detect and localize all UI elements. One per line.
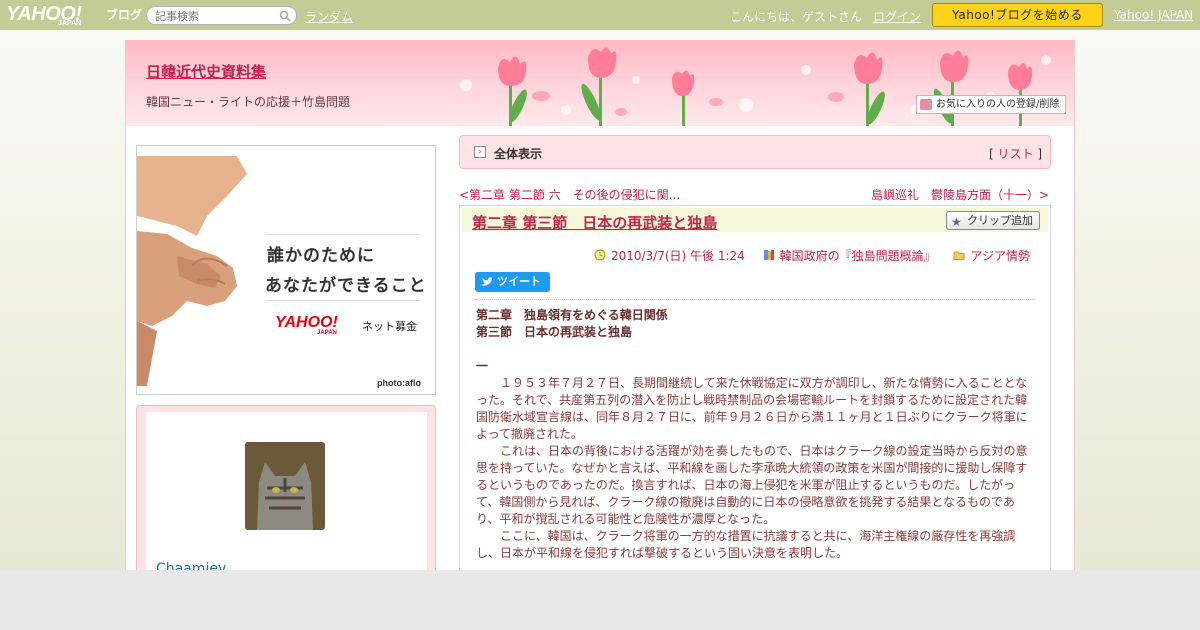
next-article-link[interactable]: 島嶼巡礼 鬱陵島方面（十一）>	[871, 186, 1049, 203]
article-body: 第二章 独島領有をめぐる韓日関係 第三節 日本の再武装と独島 一 １９５３年７月…	[476, 307, 1036, 562]
article-folder-category-item: アジア情勢	[953, 247, 1030, 264]
search-box[interactable]	[146, 6, 297, 25]
favorite-register-label: お気に入りの人の登録/削除	[936, 99, 1060, 110]
clip-add-label: クリップ追加	[967, 214, 1033, 227]
search-input[interactable]	[155, 9, 275, 23]
book-icon	[763, 250, 774, 260]
yahoo-japan-link[interactable]: Yahoo! JAPAN	[1114, 8, 1193, 22]
start-blog-button[interactable]: Yahoo!ブログを始める	[932, 3, 1103, 27]
article-heading-chapter: 第二章 独島領有をめぐる韓日関係	[476, 308, 668, 322]
yahoo-logo-sub: JAPAN	[58, 20, 82, 27]
page-bottom	[0, 570, 1200, 630]
view-all-label: 全体表示	[494, 147, 543, 161]
ad-copy-line1: 誰かのために	[267, 246, 375, 266]
cat-avatar-image	[245, 442, 325, 530]
list-toggle: [ リスト ]	[989, 145, 1042, 162]
ad-divider	[265, 234, 420, 235]
net-donation-ad[interactable]: 誰かのために あなたができること YAHOO! JAPAN ネット募金 phot…	[136, 145, 436, 395]
article-divider	[475, 299, 1035, 300]
article-book-category[interactable]: 韓国政府の『独島問題概論』	[780, 249, 936, 263]
article-heading-section: 第三節 日本の再武装と独島	[476, 325, 633, 339]
profile-inner: Chaamiey	[146, 412, 427, 570]
profile-username[interactable]: Chaamiey	[156, 561, 226, 570]
list-bracket-close: ]	[1037, 147, 1042, 161]
clip-add-button[interactable]: ★ クリップ追加	[946, 211, 1040, 230]
view-all-bar: › 全体表示 [ リスト ]	[459, 135, 1051, 169]
login-link[interactable]: ログイン	[873, 8, 921, 25]
article-paragraph-3: ここに、韓国は、クラーク将軍の一方的な措置に抗議すると共に、海洋主権線の厳存性を…	[476, 529, 1016, 560]
article-title[interactable]: 第二章 第三節 日本の再武装と独島	[472, 212, 717, 233]
article-date[interactable]: 2010/3/7(日) 午後 1:24	[611, 249, 745, 263]
article-spacer	[476, 341, 1036, 358]
star-icon: ★	[951, 215, 962, 229]
prev-article-link[interactable]: <第二章 第二節 六 その後の侵犯に関...	[459, 186, 680, 203]
article-section-mark: 一	[476, 359, 489, 373]
list-view-link[interactable]: リスト	[997, 147, 1033, 161]
article-paragraph-1: １９５３年７月２７日、長期間継続して来た休戦協定に双方が調印し、新たな情勢に入る…	[476, 376, 1028, 441]
blog-description: 韓国ニュー・ライトの応援＋竹島問題	[146, 95, 351, 109]
blog-logo-text: ブログ	[106, 8, 143, 22]
article-date-item: 2010/3/7(日) 午後 1:24	[594, 247, 745, 264]
ad-copy-line2: あなたができること	[265, 276, 427, 296]
folder-icon	[954, 251, 965, 260]
tweet-button[interactable]: ツイート	[475, 272, 550, 292]
blog-title[interactable]: 日韓近代史資料集	[146, 61, 266, 82]
arrow-icon: ›	[474, 146, 486, 158]
clock-icon	[594, 249, 606, 261]
ad-divider	[265, 300, 420, 301]
ad-photo-credit: photo:aflo	[377, 378, 421, 388]
profile-panel: Chaamiey	[136, 405, 436, 570]
favorite-register-button[interactable]: お気に入りの人の登録/削除	[916, 95, 1066, 114]
ad-service-name: ネット募金	[362, 320, 417, 333]
heart-icon	[920, 99, 932, 110]
avatar[interactable]	[245, 442, 325, 530]
handshake-photo	[137, 156, 247, 386]
article-title-bar: 第二章 第三節 日本の再武装と独島 ★ クリップ追加	[462, 208, 1048, 232]
blog-banner: 日韓近代史資料集 韓国ニュー・ライトの応援＋竹島問題 お気に入りの人の登録/削除	[126, 40, 1074, 126]
random-link[interactable]: ランダム	[305, 8, 353, 25]
list-bracket-open: [	[988, 147, 994, 161]
blog-container: 日韓近代史資料集 韓国ニュー・ライトの応援＋竹島問題 お気に入りの人の登録/削除…	[125, 40, 1075, 570]
global-header: YAHOO! JAPAN ブログ ランダム こんにちは、ゲストさん ログイン Y…	[0, 0, 1200, 30]
ad-yahoo-logo-sub: JAPAN	[317, 330, 337, 336]
tweet-label: ツイート	[497, 275, 541, 288]
article-folder-category[interactable]: アジア情勢	[970, 249, 1030, 263]
article: 第二章 第三節 日本の再武装と独島 ★ クリップ追加 2010/3/7(日) 午…	[459, 205, 1051, 570]
search-icon[interactable]	[279, 10, 291, 22]
bird-icon	[481, 277, 493, 286]
article-paragraph-2: これは、日本の背後における活躍が効を奏したもので、日本はクラーク線の設定当時から…	[476, 444, 1028, 526]
article-book-category-item: 韓国政府の『独島問題概論』	[763, 247, 936, 264]
article-meta: 2010/3/7(日) 午後 1:24 韓国政府の『独島問題概論』 アジア情勢	[580, 247, 1030, 264]
greeting-text: こんにちは、ゲストさん	[730, 10, 863, 24]
